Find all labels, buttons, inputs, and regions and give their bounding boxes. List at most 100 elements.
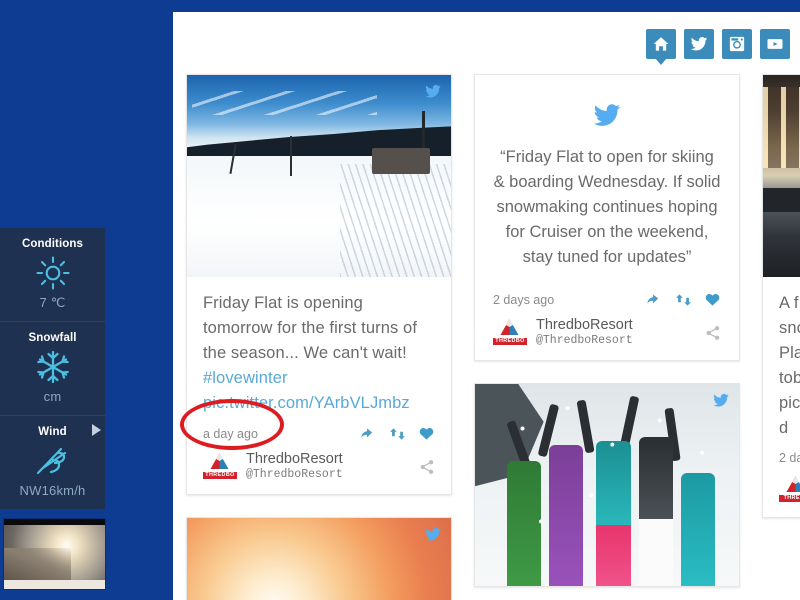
card-lodge-tweet[interactable]: A f sno Pla tob pic d 2 da bbox=[762, 74, 800, 518]
thredbo-wordmark: THREDBO bbox=[493, 337, 527, 345]
card-media[interactable] bbox=[187, 75, 451, 277]
author-name: ThredboResort bbox=[536, 317, 633, 333]
thredbo-wordmark-text: THREDBO bbox=[205, 471, 235, 478]
retweet-icon[interactable] bbox=[675, 293, 692, 307]
timestamp: 2 da bbox=[779, 451, 800, 465]
social-nav-twitter[interactable] bbox=[684, 29, 714, 59]
card-warm-tweet[interactable] bbox=[186, 517, 452, 600]
tweet-text-main: Friday Flat is opening tomorrow for the … bbox=[203, 294, 417, 362]
card-kids-tweet[interactable] bbox=[474, 383, 740, 587]
author-row: THREDB bbox=[779, 475, 800, 505]
weather-block-wind[interactable]: Wind NW16km/h bbox=[0, 416, 105, 509]
weather-rail: Conditions 7 ℃ Snowfall cm Wind NW16km/h bbox=[0, 228, 105, 509]
weather-title-wind: Wind bbox=[38, 426, 67, 438]
chevron-right-icon[interactable] bbox=[92, 424, 101, 436]
column-3: A f sno Pla tob pic d 2 da bbox=[762, 74, 800, 600]
author-left: THREDB bbox=[779, 475, 800, 505]
author-name: ThredboResort bbox=[246, 451, 343, 467]
wind-icon bbox=[4, 439, 101, 483]
snow-groomer bbox=[371, 147, 430, 174]
author-left: THREDBO ThredboResort @ThredboResort bbox=[493, 317, 633, 348]
card-body: “Friday Flat to open for skiing & boardi… bbox=[475, 75, 739, 360]
author-row: THREDBO ThredboResort @ThredboResort bbox=[203, 451, 435, 482]
webcam-thumbnail[interactable] bbox=[3, 518, 106, 590]
share-icon[interactable] bbox=[419, 459, 435, 475]
twitter-icon bbox=[423, 83, 443, 105]
column-1: Friday Flat is opening tomorrow for the … bbox=[186, 74, 452, 600]
author-text: ThredboResort @ThredboResort bbox=[536, 317, 633, 348]
groomed-slope-photo bbox=[187, 75, 451, 277]
card-quote-tweet[interactable]: “Friday Flat to open for skiing & boardi… bbox=[474, 74, 740, 361]
author-text: ThredboResort @ThredboResort bbox=[246, 451, 343, 482]
tweet-line-3: Pla bbox=[779, 344, 800, 362]
app-root: Conditions 7 ℃ Snowfall cm Wind NW16km/h… bbox=[0, 0, 800, 600]
falling-snow bbox=[475, 384, 739, 586]
avatar: THREDB bbox=[779, 475, 800, 505]
share-icon[interactable] bbox=[705, 325, 721, 341]
card-media[interactable] bbox=[475, 384, 739, 586]
snowflake-icon bbox=[4, 345, 101, 389]
reply-icon[interactable] bbox=[361, 427, 377, 441]
thredbo-wordmark: THREDBO bbox=[203, 471, 237, 479]
avatar: THREDBO bbox=[203, 452, 237, 482]
twitter-icon bbox=[423, 526, 443, 548]
tweet-line-1: A f bbox=[779, 294, 799, 312]
column-2: “Friday Flat to open for skiing & boardi… bbox=[474, 74, 740, 600]
like-heart-icon[interactable] bbox=[418, 426, 435, 441]
card-media[interactable] bbox=[763, 75, 800, 277]
tweet-line-2: sno bbox=[779, 319, 800, 337]
thredbo-mountain-icon bbox=[786, 476, 800, 492]
card-body: A f sno Pla tob pic d 2 da bbox=[763, 277, 800, 517]
cloud-streaks bbox=[192, 91, 378, 116]
social-nav-instagram[interactable] bbox=[722, 29, 752, 59]
tweet-text: A f sno Pla tob pic d bbox=[779, 291, 800, 441]
lift-pole bbox=[289, 135, 292, 176]
like-heart-icon[interactable] bbox=[704, 292, 721, 307]
lodge-beams bbox=[763, 87, 800, 168]
reply-icon[interactable] bbox=[647, 293, 663, 307]
tweet-line-4: tob bbox=[779, 369, 800, 387]
meta-row: 2 days ago bbox=[493, 292, 721, 307]
twitter-icon bbox=[493, 101, 721, 135]
sun-icon bbox=[4, 251, 101, 295]
author-handle: @ThredboResort bbox=[536, 334, 633, 347]
card-slope-tweet[interactable]: Friday Flat is opening tomorrow for the … bbox=[186, 74, 452, 495]
lodge-rail bbox=[763, 188, 800, 213]
twitter-icon bbox=[711, 392, 731, 414]
social-wall: Friday Flat is opening tomorrow for the … bbox=[173, 12, 800, 600]
retweet-icon[interactable] bbox=[389, 427, 406, 441]
tweet-hashtag[interactable]: #lovewinter bbox=[203, 369, 288, 387]
youtube-icon bbox=[767, 39, 783, 49]
home-icon bbox=[653, 37, 669, 51]
author-handle: @ThredboResort bbox=[246, 468, 343, 481]
thredbo-mountain-icon bbox=[210, 452, 229, 469]
quote-text: “Friday Flat to open for skiing & boardi… bbox=[493, 148, 721, 266]
lodge-interior-photo bbox=[763, 75, 800, 277]
weather-block-conditions[interactable]: Conditions 7 ℃ bbox=[0, 228, 105, 322]
tweet-actions bbox=[361, 426, 435, 441]
kids-in-snow-photo bbox=[475, 384, 739, 586]
social-nav-home[interactable] bbox=[646, 29, 676, 59]
card-media[interactable] bbox=[187, 518, 451, 600]
author-row: THREDBO ThredboResort @ThredboResort bbox=[493, 317, 721, 348]
weather-title-conditions: Conditions bbox=[21, 238, 84, 250]
weather-value-temperature: 7 ℃ bbox=[39, 295, 66, 310]
tweet-line-6: d bbox=[779, 419, 789, 437]
twitter-icon bbox=[690, 37, 708, 51]
instagram-icon bbox=[729, 36, 745, 52]
corduroy-grooming bbox=[340, 163, 451, 277]
tweet-text: Friday Flat is opening tomorrow for the … bbox=[203, 291, 435, 416]
meta-row: a day ago bbox=[203, 426, 435, 441]
thredbo-wordmark-text: THREDB bbox=[783, 495, 800, 501]
social-nav-youtube[interactable] bbox=[760, 29, 790, 59]
tweet-line-5: pic bbox=[779, 394, 800, 412]
timestamp: 2 days ago bbox=[493, 292, 555, 307]
tweet-link[interactable]: pic.twitter.com/YArbVLJmbz bbox=[203, 394, 410, 412]
warm-crowd-photo bbox=[187, 518, 451, 600]
weather-block-snowfall[interactable]: Snowfall cm bbox=[0, 322, 105, 416]
social-nav bbox=[646, 29, 790, 59]
thredbo-wordmark: THREDB bbox=[779, 495, 800, 502]
thredbo-mountain-icon bbox=[500, 318, 519, 335]
card-columns: Friday Flat is opening tomorrow for the … bbox=[186, 74, 800, 600]
thredbo-wordmark-text: THREDBO bbox=[495, 337, 525, 344]
